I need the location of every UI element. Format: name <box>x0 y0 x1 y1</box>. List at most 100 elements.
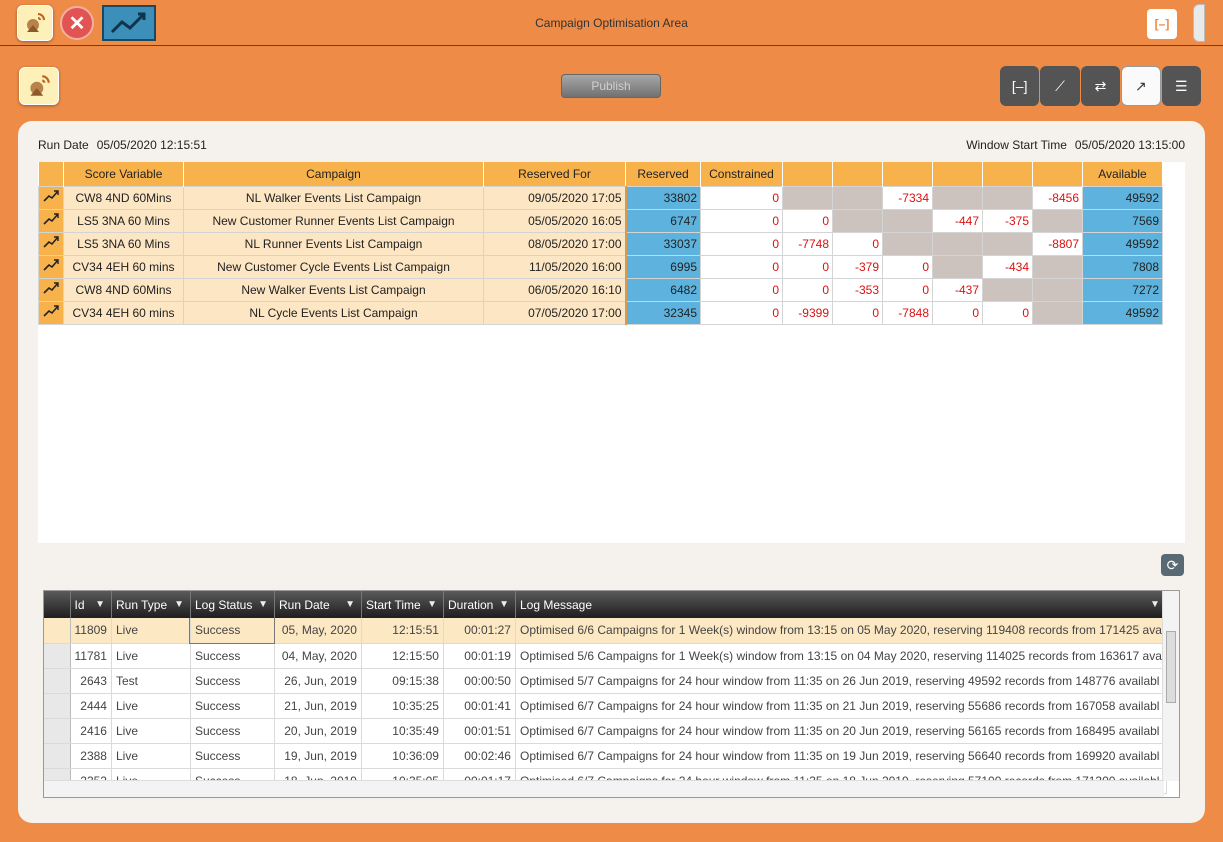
icon-column-header <box>38 162 64 186</box>
bracket-view-icon[interactable]: [–] <box>1000 66 1040 106</box>
score-variable-cell: CV34 4EH 60 mins <box>63 254 184 279</box>
run-date-cell: 21, Jun, 2019 <box>274 693 362 719</box>
row-selector[interactable] <box>44 693 71 719</box>
side-handle-icon[interactable] <box>1193 4 1205 42</box>
vertical-scrollbar[interactable] <box>1162 591 1179 781</box>
available-cell: 49592 <box>1082 185 1163 210</box>
row-selector[interactable] <box>44 668 71 694</box>
filter-icon[interactable]: ▼ <box>174 599 184 610</box>
log-message-header[interactable]: Log Message ▼ <box>515 591 1167 618</box>
refresh-icon[interactable]: ⟳ <box>1161 554 1184 576</box>
overlap-header <box>832 162 883 186</box>
run-type-cell: Live <box>111 643 191 669</box>
filter-icon[interactable]: ▼ <box>95 599 105 610</box>
log-row[interactable]: 11781 Live Success 04, May, 2020 12:15:50 00:… <box>44 643 1167 669</box>
main-panel: Run Date 05/05/2020 12:15:51 Window Start… <box>18 121 1205 823</box>
campaign-row[interactable]: CV34 4EH 60 mins New Customer Cycle Event… <box>38 254 1163 279</box>
run-date-header[interactable]: Run Date ▼ <box>274 591 362 618</box>
campaign-table-body: CW8 4ND 60Mins NL Walker Events List Camp… <box>38 185 1163 325</box>
overlap-cell <box>882 231 933 256</box>
filter-icon[interactable]: ▼ <box>1150 599 1160 610</box>
campaign-header[interactable]: Campaign <box>183 162 484 186</box>
overlap-header <box>882 162 933 186</box>
reserved-cell: 6747 <box>625 208 701 233</box>
score-variable-header[interactable]: Score Variable <box>63 162 184 186</box>
duration-header[interactable]: Duration ▼ <box>443 591 516 618</box>
available-cell: 49592 <box>1082 231 1163 256</box>
campaign-row[interactable]: LS5 3NA 60 Mins New Customer Runner Event… <box>38 208 1163 233</box>
log-row[interactable]: 2388 Live Success 19, Jun, 2019 10:36:09 00:0… <box>44 743 1167 769</box>
log-row[interactable]: 2444 Live Success 21, Jun, 2019 10:35:25 00:0… <box>44 693 1167 719</box>
view-toolbar: [–] ⟋ ⇄ ↗ ☰ <box>1000 66 1201 106</box>
row-selector[interactable] <box>44 743 71 769</box>
start-time-cell: 10:35:25 <box>361 693 444 719</box>
start-time-header[interactable]: Start Time ▼ <box>361 591 444 618</box>
run-type-cell: Live <box>111 718 191 744</box>
overlap-cell: -9399 <box>782 300 833 325</box>
trend-row-icon[interactable] <box>38 300 64 325</box>
trend-row-icon[interactable] <box>38 231 64 256</box>
id-cell: 11781 <box>70 643 112 669</box>
run-type-header-label: Run Type <box>115 597 168 612</box>
id-header[interactable]: Id ▼ <box>70 591 112 618</box>
filter-icon[interactable]: ▼ <box>499 599 509 610</box>
campaign-row[interactable]: CW8 4ND 60Mins NL Walker Events List Camp… <box>38 185 1163 210</box>
run-date-cell: 05, May, 2020 <box>274 618 362 644</box>
filter-icon[interactable]: ▼ <box>427 599 437 610</box>
filter-icon[interactable]: ▼ <box>258 599 268 610</box>
window-start: Window Start Time 05/05/2020 13:15:00 <box>966 138 1185 152</box>
available-cell: 49592 <box>1082 300 1163 325</box>
reserved-for-cell: 11/05/2020 16:00 <box>483 254 627 279</box>
filter-icon[interactable]: ▼ <box>345 599 355 610</box>
trend-row-icon[interactable] <box>38 254 64 279</box>
trend-icon <box>43 190 59 202</box>
log-message-cell: Optimised 6/6 Campaigns for 1 Week(s) wi… <box>515 618 1167 644</box>
trend-view-icon[interactable]: ↗ <box>1121 66 1161 106</box>
duration-cell: 00:01:19 <box>443 643 516 669</box>
list-view-icon[interactable]: ☰ <box>1161 66 1201 106</box>
campaign-cell: NL Cycle Events List Campaign <box>183 300 484 325</box>
window-start-label: Window Start Time <box>966 138 1067 152</box>
duration-cell: 00:01:41 <box>443 693 516 719</box>
duration-cell: 00:01:51 <box>443 718 516 744</box>
chart-frame-view-icon[interactable]: ⟋ <box>1040 66 1080 106</box>
constrained-cell: 0 <box>700 185 783 210</box>
restore-icon[interactable]: [–] <box>1147 9 1177 39</box>
campaign-row[interactable]: CV34 4EH 60 mins NL Cycle Events List Cam… <box>38 300 1163 325</box>
log-row[interactable]: 2416 Live Success 20, Jun, 2019 10:35:49 00:0… <box>44 718 1167 744</box>
log-row[interactable]: 11809 Live Success 05, May, 2020 12:15:51 00:… <box>44 617 1167 644</box>
reserved-cell: 6482 <box>625 277 701 302</box>
horizontal-scrollbar[interactable] <box>44 780 1164 797</box>
publish-button[interactable]: Publish <box>561 74 661 98</box>
reserved-header[interactable]: Reserved <box>625 162 701 186</box>
log-status-header[interactable]: Log Status ▼ <box>190 591 275 618</box>
overlap-cell: -437 <box>932 277 983 302</box>
row-selector[interactable] <box>44 718 71 744</box>
reserved-for-header[interactable]: Reserved For <box>483 162 626 186</box>
available-cell: 7569 <box>1082 208 1163 233</box>
trend-icon <box>43 236 59 248</box>
scroll-thumb[interactable] <box>1166 631 1176 703</box>
overlap-cell <box>982 185 1033 210</box>
satellite-button[interactable] <box>19 67 59 105</box>
reserved-cell: 32345 <box>625 300 701 325</box>
campaign-row[interactable]: LS5 3NA 60 Mins NL Runner Events List Cam… <box>38 231 1163 256</box>
id-cell: 2388 <box>70 743 112 769</box>
duration-header-label: Duration <box>447 597 494 612</box>
trend-row-icon[interactable] <box>38 185 64 210</box>
trend-row-icon[interactable] <box>38 208 64 233</box>
overlap-cell <box>932 231 983 256</box>
run-type-header[interactable]: Run Type ▼ <box>111 591 191 618</box>
row-selector[interactable] <box>44 618 71 644</box>
log-message-cell: Optimised 5/6 Campaigns for 1 Week(s) wi… <box>515 643 1167 669</box>
start-time-cell: 10:36:09 <box>361 743 444 769</box>
log-row[interactable]: 2643 Test Success 26, Jun, 2019 09:15:38 00:0… <box>44 668 1167 694</box>
row-selector[interactable] <box>44 643 71 669</box>
log-message-header-label: Log Message <box>519 597 593 612</box>
trend-row-icon[interactable] <box>38 277 64 302</box>
campaign-row[interactable]: CW8 4ND 60Mins New Walker Events List Cam… <box>38 277 1163 302</box>
available-header[interactable]: Available <box>1082 162 1163 186</box>
swap-view-icon[interactable]: ⇄ <box>1080 66 1121 106</box>
constrained-header[interactable]: Constrained <box>700 162 783 186</box>
overlap-cell: 0 <box>932 300 983 325</box>
